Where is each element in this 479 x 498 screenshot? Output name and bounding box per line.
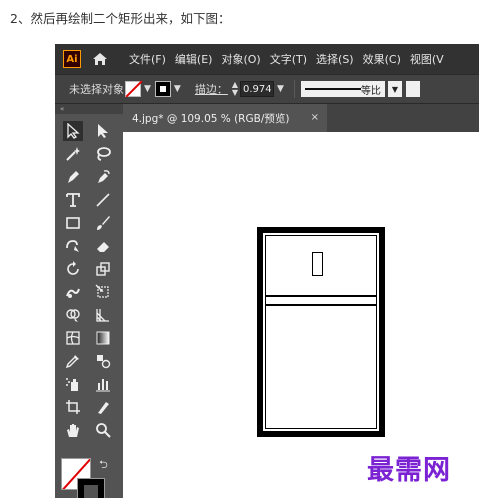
menu-effect[interactable]: 效果(C) — [363, 51, 401, 67]
handle-rectangle[interactable] — [312, 252, 323, 276]
brush-dropdown[interactable] — [405, 81, 420, 97]
zoom-tool-icon[interactable] — [93, 420, 113, 440]
chevron-down-icon[interactable]: ▼ — [144, 84, 151, 94]
stroke-swatch[interactable] — [154, 81, 171, 97]
rotate-tool-icon[interactable] — [63, 259, 83, 279]
gradient-tool-icon[interactable] — [93, 328, 113, 348]
chevron-down-icon[interactable]: ▼ — [277, 84, 284, 94]
eraser-icon[interactable] — [93, 236, 113, 256]
profile-label: 等比 — [360, 85, 381, 97]
selection-tool-icon[interactable] — [63, 121, 83, 141]
free-transform-icon[interactable] — [93, 282, 113, 302]
rectangle-tool-icon[interactable] — [63, 213, 83, 233]
chevron-down-icon[interactable]: ▼ — [387, 81, 402, 97]
line-tool-icon[interactable] — [93, 190, 113, 210]
app-logo: Ai — [63, 50, 81, 68]
line-icon — [304, 88, 361, 90]
divider-line-top[interactable] — [265, 295, 377, 297]
perspective-grid-icon[interactable] — [93, 305, 113, 325]
chevron-down-icon[interactable]: ▼ — [174, 84, 181, 94]
menu-file[interactable]: 文件(F) — [129, 51, 166, 67]
shaper-tool-icon[interactable] — [63, 236, 83, 256]
scale-tool-icon[interactable] — [93, 259, 113, 279]
menu-edit[interactable]: 编辑(E) — [175, 51, 213, 67]
eyedropper-icon[interactable] — [63, 351, 83, 371]
profile-dropdown[interactable]: 等比 — [300, 81, 385, 97]
curvature-tool-icon[interactable] — [93, 167, 113, 187]
tools-panel: « ⮌ — [55, 104, 123, 498]
swap-icon[interactable]: ⮌ — [99, 456, 108, 475]
lasso-icon[interactable] — [93, 144, 113, 164]
selection-status: 未选择对象 — [69, 83, 124, 96]
symbol-sprayer-icon[interactable] — [63, 374, 83, 394]
caption-text: 2、然后再绘制二个矩形出来，如下图： — [10, 11, 231, 26]
home-icon[interactable] — [91, 50, 109, 68]
type-tool-icon[interactable] — [63, 190, 83, 210]
document-tab-strip: 4.jpg* @ 109.05 % (RGB/预览) × — [123, 104, 479, 132]
magic-wand-icon[interactable] — [63, 144, 83, 164]
fill-swatch[interactable] — [125, 80, 143, 98]
close-icon[interactable]: × — [311, 112, 319, 123]
column-graph-icon[interactable] — [93, 374, 113, 394]
menu-select[interactable]: 选择(S) — [316, 51, 354, 67]
menu-type[interactable]: 文字(T) — [270, 51, 307, 67]
control-bar: 未选择对象 ▼ ▼ 描边： ▲▼ ▼ 等比 ▼ — [55, 74, 479, 104]
paintbrush-icon[interactable] — [93, 213, 113, 233]
none-slash-icon — [125, 80, 143, 98]
artboard-canvas[interactable] — [123, 132, 479, 498]
illustrator-window: Ai 文件(F) 编辑(E) 对象(O) 文字(T) 选择(S) 效果(C) 视… — [55, 44, 479, 498]
stroke-weight-input[interactable] — [240, 81, 274, 97]
menu-bar: Ai 文件(F) 编辑(E) 对象(O) 文字(T) 选择(S) 效果(C) 视… — [55, 44, 479, 74]
stroke-label[interactable]: 描边： — [195, 81, 228, 97]
collapse-icon[interactable]: « — [55, 104, 123, 114]
slice-tool-icon[interactable] — [93, 397, 113, 417]
blend-tool-icon[interactable] — [93, 351, 113, 371]
warp-tool-icon[interactable] — [63, 282, 83, 302]
shape-builder-icon[interactable] — [63, 305, 83, 325]
artboard-tool-icon[interactable] — [63, 397, 83, 417]
menu-view[interactable]: 视图(V — [410, 51, 444, 67]
hand-tool-icon[interactable] — [63, 420, 83, 440]
stepper-icon[interactable]: ▲ ▼ — [232, 81, 238, 97]
divider-line-bottom[interactable] — [265, 304, 377, 306]
document-tab[interactable]: 4.jpg* @ 109.05 % (RGB/预览) × — [123, 104, 327, 132]
watermark: 最需网 — [367, 455, 451, 486]
direct-selection-tool-icon[interactable] — [93, 121, 113, 141]
mesh-tool-icon[interactable] — [63, 328, 83, 348]
stroke-color-box[interactable] — [77, 478, 105, 498]
menu-object[interactable]: 对象(O) — [221, 51, 260, 67]
divider — [293, 80, 295, 98]
pen-tool-icon[interactable] — [63, 167, 83, 187]
document-tab-title: 4.jpg* @ 109.05 % (RGB/预览) — [132, 112, 290, 125]
